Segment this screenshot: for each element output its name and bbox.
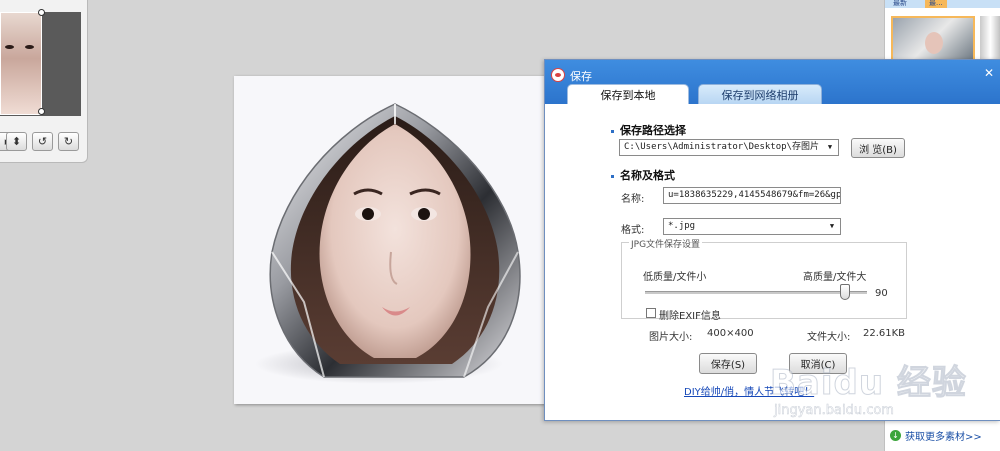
quality-slider-thumb[interactable]: [839, 284, 850, 300]
image-size-value: 400×400: [707, 328, 754, 339]
more-link-label: 获取更多素材>>: [905, 432, 982, 443]
tab-save-local-label: 保存到本地: [600, 88, 656, 102]
material-tabs: 最新 最...: [885, 0, 1000, 8]
crop-handle[interactable]: [38, 9, 45, 16]
tab-save-online-album[interactable]: 保存到网络相册: [698, 84, 822, 104]
flip-vertical-button[interactable]: ⬍: [6, 132, 27, 151]
tool-panel: ▸ ⬍ ↺ ↻: [0, 0, 88, 163]
dialog-title: 保存: [570, 70, 592, 83]
image-size-label: 图片大小:: [649, 332, 693, 343]
remove-exif-checkbox[interactable]: [646, 308, 656, 318]
rotate-left-button[interactable]: ↺: [32, 132, 53, 151]
tab-save-local[interactable]: 保存到本地: [567, 84, 689, 104]
path-section-label: 保存路径选择: [620, 124, 686, 137]
file-name-input[interactable]: u=1838635229,4145548679&fm=26&gp=0_: [663, 187, 841, 204]
thumbnail-face: [925, 32, 943, 54]
diy-link[interactable]: DIY给帅/俏，情人节飞转吧！: [684, 383, 814, 398]
save-dialog: 保存 ✕ 保存到本地 保存到网络相册 保存路径选择 C:\Users\Admin…: [544, 59, 1000, 421]
material-tab-popular[interactable]: 最...: [925, 0, 947, 8]
remove-exif-label: 删除EXIF信息: [659, 311, 721, 322]
cancel-button[interactable]: 取消(C): [789, 353, 847, 374]
crop-preview[interactable]: [0, 9, 81, 116]
material-thumbnail[interactable]: [891, 16, 975, 62]
format-select[interactable]: *.jpg ▼: [663, 218, 841, 235]
preview-photo: [0, 12, 42, 115]
browse-button-label: 浏 览(B): [859, 144, 897, 156]
save-path-value: C:\Users\Administrator\Desktop\存图片: [624, 142, 819, 152]
crop-handle[interactable]: [38, 108, 45, 115]
bullet-icon: [611, 174, 614, 178]
file-size-label: 文件大小:: [807, 332, 851, 343]
tab-save-online-album-label: 保存到网络相册: [721, 88, 799, 102]
dialog-titlebar[interactable]: 保存 ✕ 保存到本地 保存到网络相册: [545, 60, 1000, 104]
name-label: 名称:: [621, 194, 645, 205]
get-more-materials-link[interactable]: ↓ 获取更多素材>>: [890, 428, 982, 443]
chevron-down-icon: ▼: [829, 222, 835, 230]
rotate-left-icon: ↺: [37, 135, 48, 148]
bullet-icon: [611, 129, 614, 133]
material-thumbnail[interactable]: [980, 16, 1000, 62]
quality-slider-track[interactable]: [645, 291, 867, 294]
save-button-label: 保存(S): [710, 360, 746, 371]
preview-eye: [5, 45, 14, 49]
save-path-select[interactable]: C:\Users\Administrator\Desktop\存图片 ▼: [619, 139, 839, 156]
chevron-down-icon: ▼: [827, 143, 833, 151]
format-label: 格式:: [621, 225, 645, 236]
low-quality-label: 低质量/文件小: [643, 272, 707, 283]
flip-vertical-icon: ⬍: [11, 135, 22, 148]
preview-eye: [25, 45, 34, 49]
jpg-settings-title: JPG文件保存设置: [629, 237, 703, 250]
download-icon: ↓: [890, 430, 901, 441]
cancel-button-label: 取消(C): [800, 360, 836, 371]
format-value: *.jpg: [668, 221, 696, 231]
material-tab-latest[interactable]: 最新: [889, 0, 911, 8]
rotate-right-button[interactable]: ↻: [58, 132, 79, 151]
image-canvas[interactable]: [234, 76, 554, 404]
rotate-right-icon: ↻: [63, 135, 74, 148]
path-section-title: 保存路径选择: [611, 122, 686, 138]
app-logo-icon: [551, 68, 565, 82]
save-button[interactable]: 保存(S): [699, 353, 757, 374]
name-section-title: 名称及格式: [611, 167, 675, 183]
file-name-value: u=1838635229,4145548679&fm=26&gp=0_: [668, 190, 841, 200]
file-size-value: 22.61KB: [863, 328, 906, 339]
close-icon[interactable]: ✕: [984, 66, 994, 80]
name-section-label: 名称及格式: [620, 169, 675, 182]
quality-value: 90: [875, 288, 888, 299]
high-quality-label: 高质量/文件大: [803, 272, 867, 283]
crystal-frame-image: [269, 103, 521, 378]
browse-button[interactable]: 浏 览(B): [851, 138, 905, 158]
